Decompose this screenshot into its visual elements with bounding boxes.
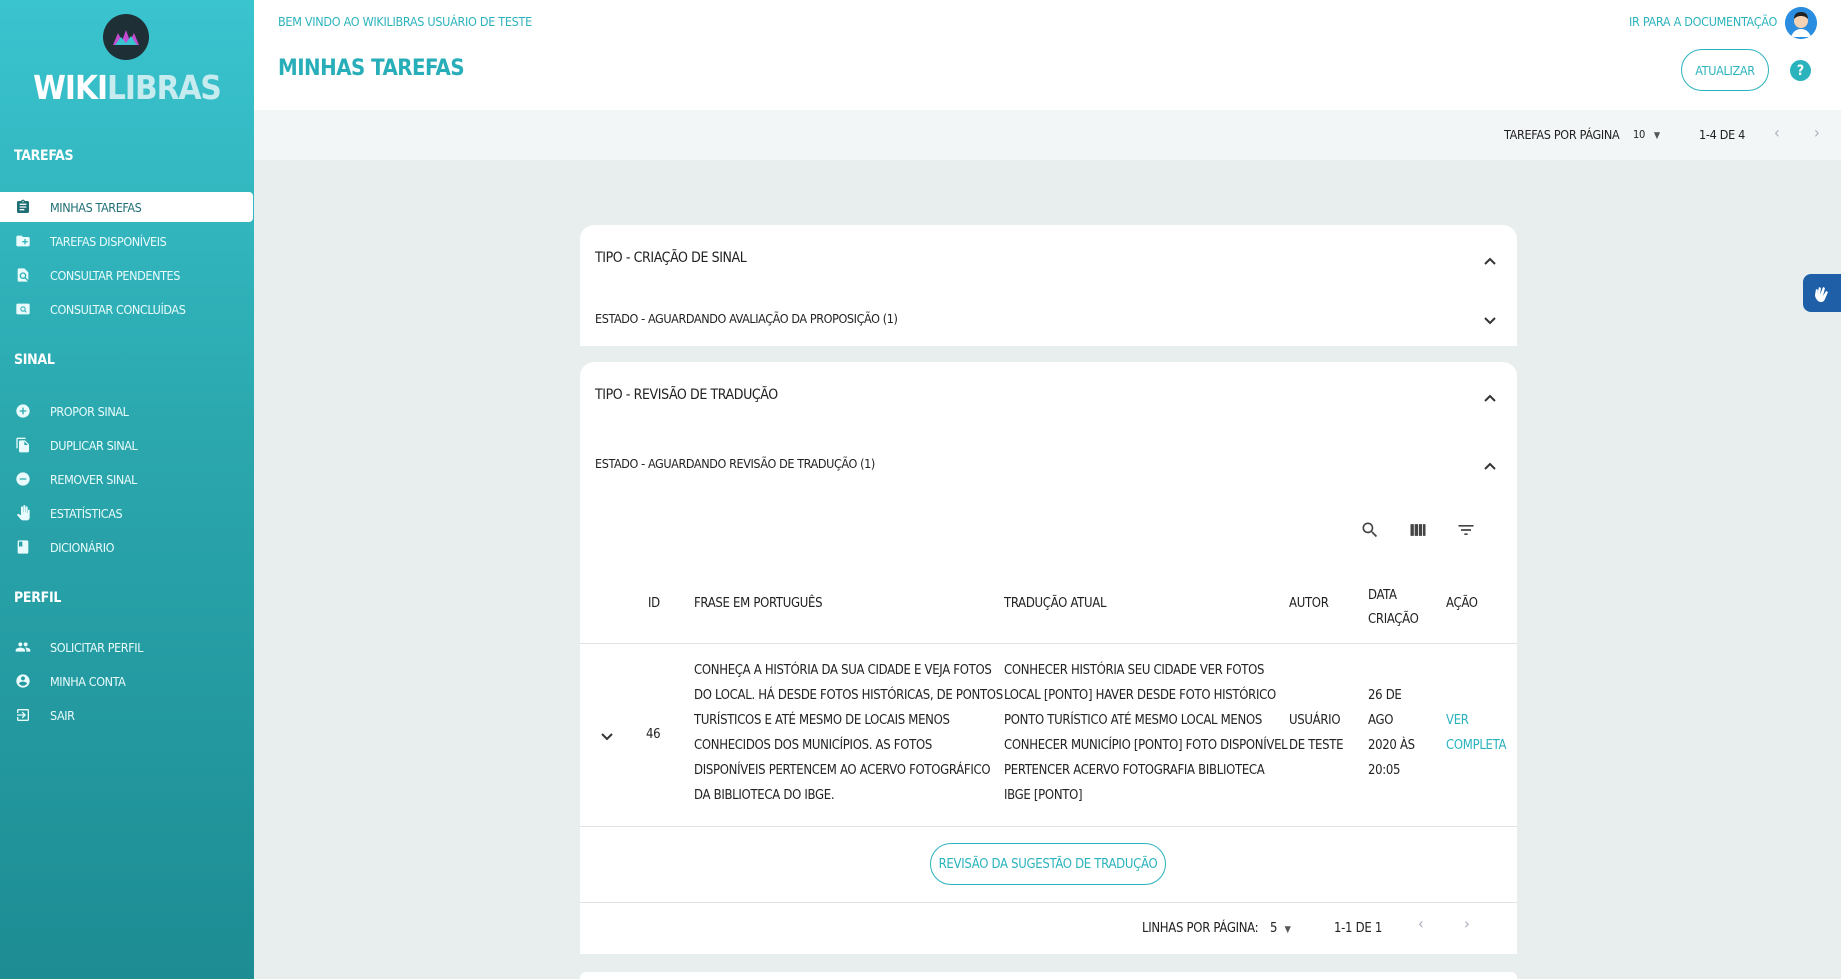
exit-icon [14, 706, 32, 724]
chevron-down-icon[interactable] [1483, 313, 1497, 327]
refresh-button[interactable]: Atualizar [1681, 49, 1769, 91]
view-complete-link[interactable]: Ver completa [1446, 708, 1506, 758]
columns-icon[interactable] [1408, 520, 1428, 544]
tasks-range: 1-4 de 4 [1699, 127, 1746, 142]
sidebar-section-tarefas: Tarefas [14, 148, 74, 164]
sidebar-item-estatisticas[interactable]: Estatísticas [0, 498, 254, 528]
clipboard-icon [14, 198, 32, 216]
rows-range: 1-1 de 1 [1334, 921, 1382, 936]
add-circle-icon [14, 402, 32, 420]
people-icon [14, 638, 32, 656]
divider [580, 902, 1517, 903]
sidebar-item-solicitar-perfil[interactable]: Solicitar perfil [0, 632, 254, 662]
group-card-next [580, 972, 1517, 979]
divider [580, 643, 1517, 644]
search-image-icon [14, 300, 32, 318]
rows-per-page-select[interactable]: 5 ▼ [1270, 916, 1291, 943]
next-page-icon[interactable]: › [1814, 123, 1820, 142]
page-title: Minhas Tarefas [278, 56, 465, 81]
prev-page-icon[interactable]: ‹ [1774, 123, 1780, 142]
divider [580, 826, 1517, 827]
remove-circle-icon [14, 470, 32, 488]
account-icon [14, 672, 32, 690]
tasks-per-page-select[interactable]: 10 ▼ [1633, 128, 1660, 141]
vlibras-widget-icon[interactable] [1803, 274, 1841, 312]
sidebar-section-sinal: Sinal [14, 352, 55, 368]
logo-icon [103, 14, 149, 60]
hand-icon [14, 504, 32, 522]
group-state-label: Estado - Aguardando revisão de tradução … [595, 456, 875, 471]
book-icon [14, 538, 32, 556]
sidebar-item-minha-conta[interactable]: Minha conta [0, 666, 254, 696]
cell-frase: Conheça a história da sua cidade e veja … [694, 663, 1003, 803]
sidebar-item-minhas-tarefas[interactable]: Minhas tarefas [0, 192, 253, 222]
search-page-icon [14, 266, 32, 284]
caret-down-icon: ▼ [1653, 131, 1660, 141]
sidebar-item-consultar-pendentes[interactable]: Consultar pendentes [0, 260, 254, 290]
column-header-frase: Frase em português [694, 596, 823, 611]
column-header-id: ID [648, 596, 660, 611]
help-icon[interactable]: ? [1790, 60, 1811, 81]
group-type-label: Tipo - Revisão de tradução [595, 387, 778, 403]
column-header-traducao: Tradução atual [1004, 596, 1107, 611]
tasks-per-page-label: Tarefas por página [1504, 127, 1620, 142]
sidebar-item-propor-sinal[interactable]: Propor sinal [0, 396, 254, 426]
expand-row-icon[interactable] [600, 729, 614, 743]
review-translation-button[interactable]: Revisão da sugestão de tradução [930, 843, 1166, 885]
cell-traducao: CONHECER HISTÓRIA SEU CIDADE VER FOTOS L… [1004, 663, 1288, 803]
copy-icon [14, 436, 32, 454]
search-icon[interactable] [1360, 520, 1380, 544]
chevron-up-icon[interactable] [1483, 390, 1497, 404]
caret-down-icon: ▼ [1284, 925, 1291, 935]
sidebar-item-remover-sinal[interactable]: Remover sinal [0, 464, 254, 494]
sidebar-item-dicionario[interactable]: Dicionário [0, 532, 254, 562]
group-card-criacao: Tipo - Criação de sinal Estado - Aguarda… [580, 225, 1517, 346]
header: Bem vindo ao WikiLibras Usuário de Teste… [254, 0, 1841, 110]
column-header-acao: Ação [1446, 596, 1478, 611]
sidebar-item-consultar-concluidas[interactable]: Consultar concluídas [0, 294, 254, 324]
group-type-label: Tipo - Criação de sinal [595, 250, 747, 266]
logo-text: WIKILIBRAS [33, 68, 222, 107]
sidebar-item-duplicar-sinal[interactable]: Duplicar sinal [0, 430, 254, 460]
filter-icon[interactable] [1456, 520, 1476, 544]
cell-data: 26 de ago 2020 às 20:05 [1368, 688, 1415, 778]
sidebar-section-perfil: Perfil [14, 590, 62, 606]
cell-autor: Usuário de Teste [1289, 713, 1344, 753]
sidebar-item-sair[interactable]: Sair [0, 700, 254, 730]
folder-plus-icon [14, 232, 32, 250]
rows-per-page-label: Linhas por página: [1142, 921, 1259, 936]
welcome-message: Bem vindo ao WikiLibras Usuário de Teste [278, 14, 532, 29]
next-page-icon[interactable]: › [1464, 914, 1470, 933]
tasks-pagination: Tarefas por página 10 ▼ 1-4 de 4 ‹ › [254, 110, 1841, 160]
cell-id: 46 [646, 727, 661, 742]
documentation-link[interactable]: Ir para a documentação [1629, 14, 1777, 29]
group-state-label: Estado - Aguardando avaliação da proposi… [595, 311, 898, 326]
chevron-up-icon[interactable] [1483, 458, 1497, 472]
group-card-revisao: Tipo - Revisão de tradução Estado - Agua… [580, 362, 1517, 954]
chevron-up-icon[interactable] [1483, 253, 1497, 267]
sidebar: WIKILIBRAS Tarefas Minhas tarefas Tarefa… [0, 0, 254, 979]
prev-page-icon[interactable]: ‹ [1418, 914, 1424, 933]
column-header-autor: Autor [1289, 596, 1329, 611]
sidebar-item-tarefas-disponiveis[interactable]: Tarefas disponíveis [0, 226, 254, 256]
avatar[interactable] [1785, 7, 1817, 39]
column-header-data: Data criação [1368, 588, 1419, 627]
